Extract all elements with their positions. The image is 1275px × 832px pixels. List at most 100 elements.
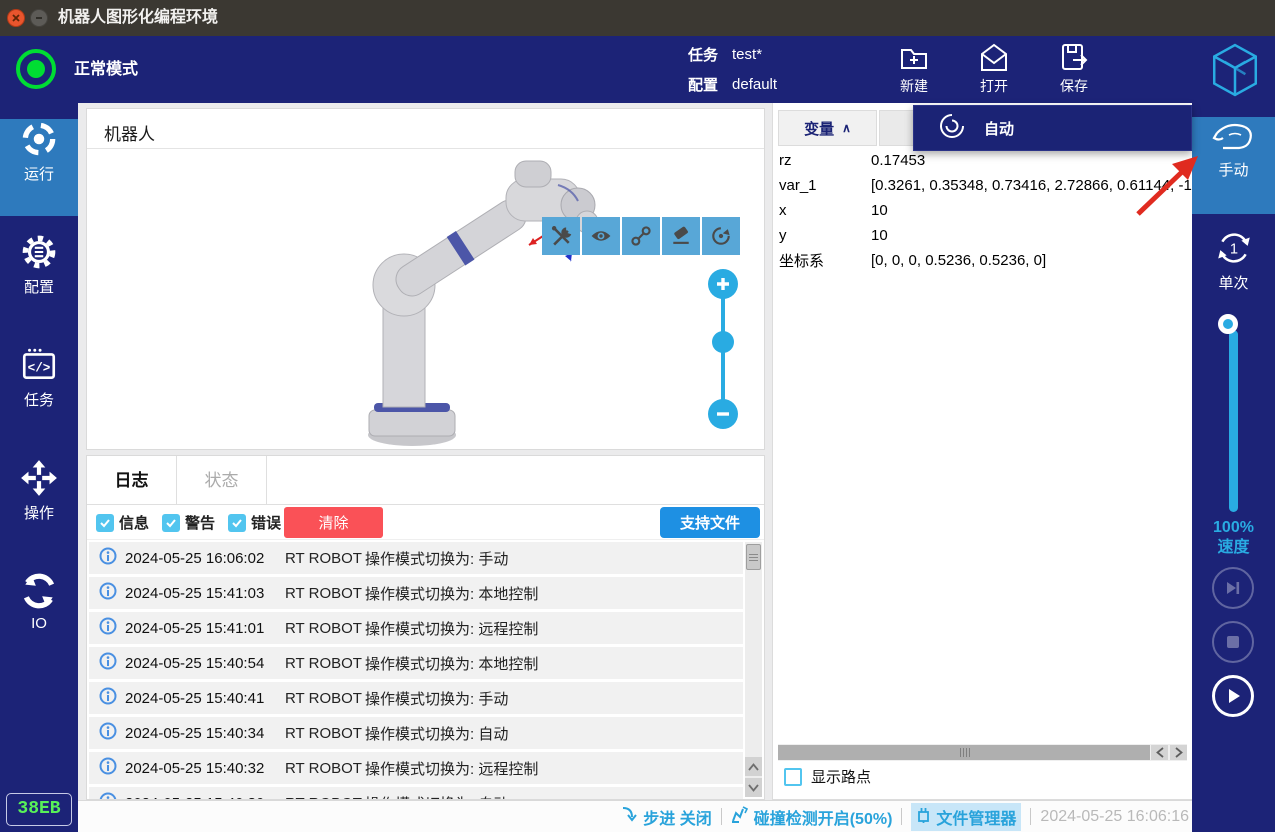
- log-source: RT ROBOT: [285, 725, 365, 742]
- close-icon[interactable]: [7, 9, 25, 27]
- code-window-icon: </>: [0, 345, 78, 385]
- checkbox-checked-icon[interactable]: [162, 514, 180, 532]
- left-sidebar: 运行 配置 </> 任务: [0, 103, 78, 832]
- minimize-icon[interactable]: [30, 9, 48, 27]
- right-sidebar: 手动 1 单次 100% 速度: [1192, 103, 1275, 832]
- clear-log-button[interactable]: 清除: [284, 507, 383, 538]
- sidebar-item-run[interactable]: 运行: [0, 119, 78, 216]
- zoom-in-button[interactable]: [708, 269, 738, 299]
- tab-variables[interactable]: 变量 ∧: [778, 110, 877, 146]
- zoom-slider-thumb[interactable]: [712, 331, 734, 353]
- log-filter-checkbox[interactable]: 错误: [228, 512, 281, 533]
- sidebar-item-operate[interactable]: 操作: [0, 458, 78, 555]
- file-manager-button[interactable]: 文件管理器: [911, 803, 1021, 831]
- variable-row[interactable]: x 10: [773, 198, 1192, 223]
- info-icon: [99, 757, 117, 779]
- log-time: 2024-05-25 15:40:41: [125, 690, 285, 707]
- reset-view-button[interactable]: [702, 217, 740, 255]
- variable-row[interactable]: var_1 [0.3261, 0.35348, 0.73416, 2.72866…: [773, 173, 1192, 198]
- log-entry[interactable]: 2024-05-25 16:06:02 RT ROBOT 操作模式切换为: 手动: [89, 542, 743, 574]
- sidebar-item-config[interactable]: 配置: [0, 232, 78, 329]
- log-message: 操作模式切换为: 自动: [365, 793, 743, 800]
- variables-panel: 变量 ∧ rz 0.17453 var_1 [0.3261, 0.35348, …: [772, 103, 1192, 800]
- log-message: 操作模式切换为: 远程控制: [365, 758, 743, 779]
- sidebar-item-io[interactable]: IO: [0, 571, 78, 668]
- stop-button[interactable]: [1212, 621, 1254, 663]
- log-entry[interactable]: 2024-05-25 15:40:41 RT ROBOT 操作模式切换为: 手动: [89, 682, 743, 714]
- waypoints-button[interactable]: [622, 217, 660, 255]
- log-source: RT ROBOT: [285, 655, 365, 672]
- variables-hscrollbar-thumb[interactable]: [778, 745, 1150, 760]
- speed-label: 速度: [1192, 538, 1275, 558]
- variable-row[interactable]: 坐标系 [0, 0, 0, 0.5236, 0.5236, 0]: [773, 248, 1192, 273]
- log-time: 2024-05-25 15:40:32: [125, 760, 285, 777]
- new-file-icon: [881, 41, 947, 75]
- save-button[interactable]: 保存: [1041, 39, 1107, 96]
- manual-mode-button[interactable]: 手动: [1192, 117, 1275, 214]
- scroll-down-icon[interactable]: [745, 778, 762, 797]
- info-icon: [99, 652, 117, 674]
- visibility-button[interactable]: [582, 217, 620, 255]
- log-source: RT ROBOT: [285, 795, 365, 800]
- task-label: 任务: [688, 44, 718, 65]
- checkbox-checked-icon[interactable]: [228, 514, 246, 532]
- usb-drive-icon: [916, 806, 931, 828]
- tab-hidden-partial[interactable]: [879, 110, 914, 146]
- svg-text:</>: </>: [28, 360, 51, 375]
- variables-hscrollbar[interactable]: [778, 744, 1187, 761]
- variable-name: x: [773, 202, 871, 219]
- variable-value: 10: [871, 202, 1192, 219]
- open-button[interactable]: 打开: [961, 39, 1027, 96]
- log-time: 2024-05-25 15:40:30: [125, 795, 285, 800]
- eraser-icon: [669, 224, 693, 248]
- log-entry[interactable]: 2024-05-25 15:40:54 RT ROBOT 操作模式切换为: 本地…: [89, 647, 743, 679]
- log-entry[interactable]: 2024-05-25 15:41:01 RT ROBOT 操作模式切换为: 远程…: [89, 612, 743, 644]
- step-forward-button[interactable]: [1212, 567, 1254, 609]
- eraser-button[interactable]: [662, 217, 700, 255]
- filter-label: 警告: [185, 512, 215, 533]
- svg-text:1: 1: [1229, 241, 1237, 257]
- speed-readout: 100% 速度: [1192, 518, 1275, 558]
- log-message: 操作模式切换为: 本地控制: [365, 653, 743, 674]
- info-icon: [99, 722, 117, 744]
- scroll-up-icon[interactable]: [745, 757, 762, 776]
- info-icon: [99, 792, 117, 799]
- play-button[interactable]: [1212, 675, 1254, 717]
- scroll-right-icon[interactable]: [1170, 745, 1187, 760]
- variable-row[interactable]: rz 0.17453: [773, 148, 1192, 173]
- log-scrollbar-thumb[interactable]: [746, 544, 761, 570]
- brand-logo-icon: [1210, 43, 1260, 102]
- single-run-button[interactable]: 1 单次: [1192, 228, 1275, 325]
- new-button[interactable]: 新建: [881, 39, 947, 96]
- speed-slider-track[interactable]: [1229, 330, 1238, 512]
- log-filter-checkbox[interactable]: 警告: [162, 512, 215, 533]
- title-bar: 机器人图形化编程环境: [0, 0, 1275, 36]
- checkbox-checked-icon[interactable]: [96, 514, 114, 532]
- tab-status[interactable]: 状态: [177, 456, 267, 505]
- scroll-left-icon[interactable]: [1151, 745, 1168, 760]
- log-filter-checkbox[interactable]: 信息: [96, 512, 149, 533]
- sidebar-item-task[interactable]: </> 任务: [0, 345, 78, 442]
- log-entry[interactable]: 2024-05-25 15:40:30 RT ROBOT 操作模式切换为: 自动: [89, 787, 743, 799]
- log-entry[interactable]: 2024-05-25 15:40:32 RT ROBOT 操作模式切换为: 远程…: [89, 752, 743, 784]
- zoom-out-button[interactable]: [708, 399, 738, 429]
- speed-slider-thumb[interactable]: [1218, 314, 1238, 334]
- tools-button[interactable]: [542, 217, 580, 255]
- log-time: 2024-05-25 16:06:02: [125, 550, 285, 567]
- mode-dropdown-item-auto[interactable]: 自动: [913, 105, 1192, 151]
- skip-icon: [1223, 578, 1243, 598]
- checkbox-unchecked-icon[interactable]: [784, 768, 802, 786]
- log-time: 2024-05-25 15:41:01: [125, 620, 285, 637]
- log-entry[interactable]: 2024-05-25 15:41:03 RT ROBOT 操作模式切换为: 本地…: [89, 577, 743, 609]
- robot-3d-viewport[interactable]: [88, 149, 763, 448]
- log-scrollbar[interactable]: [745, 542, 762, 797]
- show-waypoints-label: 显示路点: [811, 766, 871, 787]
- support-file-button[interactable]: 支持文件: [660, 507, 760, 538]
- variable-row[interactable]: y 10: [773, 223, 1192, 248]
- step-mode-status[interactable]: 步进 关闭: [621, 805, 711, 829]
- log-source: RT ROBOT: [285, 690, 365, 707]
- tab-log[interactable]: 日志: [87, 456, 177, 505]
- collision-icon: [731, 806, 749, 828]
- collision-detection-status[interactable]: 碰撞检测开启(50%): [731, 805, 893, 829]
- log-entry[interactable]: 2024-05-25 15:40:34 RT ROBOT 操作模式切换为: 自动: [89, 717, 743, 749]
